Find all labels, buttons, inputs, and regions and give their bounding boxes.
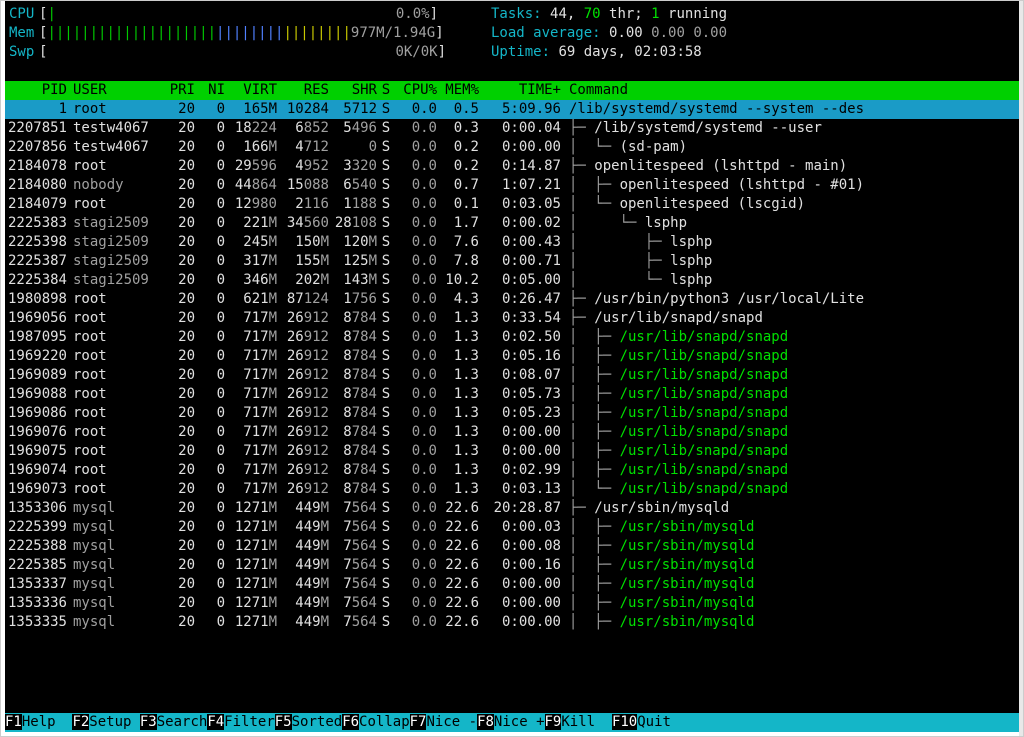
fn-label[interactable]: Search <box>157 714 208 730</box>
tasks-line: Tasks: 44, 70 thr; 1 running <box>491 5 727 24</box>
fn-key: F8 <box>477 714 494 730</box>
cpu-pct: 0.0% <box>396 6 430 22</box>
process-row[interactable]: 1969088root200717M269128784S0.01.30:05.7… <box>5 385 1019 404</box>
process-row[interactable]: 2225387stagi2509200317M155M125MS0.07.80:… <box>5 252 1019 271</box>
mem-meter: Mem[||||||||||||||||||||||||||||||||||||… <box>9 24 479 43</box>
process-row[interactable]: 1353335mysql2001271M449M7564S0.022.60:00… <box>5 613 1019 632</box>
meters-panel: CPU[|0.0%] Mem[|||||||||||||||||||||||||… <box>9 5 479 62</box>
fn-label[interactable]: Filter <box>224 714 275 730</box>
process-row[interactable]: 2225398stagi2509200245M150M120MS0.07.60:… <box>5 233 1019 252</box>
col-s: S <box>377 81 395 100</box>
fn-key: F3 <box>140 714 157 730</box>
process-row[interactable]: 1969075root200717M269128784S0.01.30:00.0… <box>5 442 1019 461</box>
col-res: RES <box>277 81 329 100</box>
fn-label[interactable]: Sorted <box>292 714 343 730</box>
fn-label[interactable]: Setup <box>89 714 140 730</box>
process-row[interactable]: 1980898root200621M871241756S0.04.30:26.4… <box>5 290 1019 309</box>
fn-label[interactable]: Help <box>22 714 73 730</box>
col-virt: VIRT <box>225 81 277 100</box>
fn-key: F4 <box>207 714 224 730</box>
process-row[interactable]: 1969089root200717M269128784S0.01.30:08.0… <box>5 366 1019 385</box>
fn-key: F10 <box>612 714 637 730</box>
function-key-bar: F1Help F2Setup F3SearchF4FilterF5SortedF… <box>5 713 1019 732</box>
process-row[interactable]: 2225399mysql2001271M449M7564S0.022.60:00… <box>5 518 1019 537</box>
window-scrollbar[interactable] <box>1019 1 1023 736</box>
process-row[interactable]: 1353337mysql2001271M449M7564S0.022.60:00… <box>5 575 1019 594</box>
process-row[interactable]: 2184078root2002959649523320S0.00.20:14.8… <box>5 157 1019 176</box>
process-row[interactable]: 1969074root200717M269128784S0.01.30:02.9… <box>5 461 1019 480</box>
swp-used: 0K/0K <box>395 44 437 60</box>
col-shr: SHR <box>329 81 377 100</box>
col-time: TIME+ <box>479 81 561 100</box>
fn-label[interactable]: Kill <box>561 714 612 730</box>
fn-label[interactable]: Nice + <box>494 714 545 730</box>
process-row[interactable]: 2184079root2001298021161188S0.00.10:03.0… <box>5 195 1019 214</box>
process-row[interactable]: 2207856testw4067200166M47120S0.00.20:00.… <box>5 138 1019 157</box>
col-cmd: Command <box>561 81 1019 100</box>
process-row[interactable]: 2225384stagi2509200346M202M143MS0.010.20… <box>5 271 1019 290</box>
fn-key: F9 <box>545 714 562 730</box>
mem-used: 977M/1.94G <box>351 25 435 41</box>
process-row[interactable]: 1969086root200717M269128784S0.01.30:05.2… <box>5 404 1019 423</box>
col-pid: PID <box>5 81 67 100</box>
col-user: USER <box>67 81 159 100</box>
cpu-bar: | <box>47 6 55 22</box>
process-row[interactable]: 2225385mysql2001271M449M7564S0.022.60:00… <box>5 556 1019 575</box>
sysinfo-panel: Tasks: 44, 70 thr; 1 running Load averag… <box>479 5 727 62</box>
process-row[interactable]: 1969073root200717M269128784S0.01.30:03.1… <box>5 480 1019 499</box>
process-row[interactable]: 1root200165M102845712S0.00.55:09.96/lib/… <box>5 100 1019 119</box>
process-row[interactable]: 1353336mysql2001271M449M7564S0.022.60:00… <box>5 594 1019 613</box>
process-row[interactable]: 1969076root200717M269128784S0.01.30:00.0… <box>5 423 1019 442</box>
process-row[interactable]: 1353306mysql2001271M449M7564S0.022.620:2… <box>5 499 1019 518</box>
cpu-meter: CPU[|0.0%] <box>9 5 479 24</box>
load-line: Load average: 0.00 0.00 0.00 <box>491 24 727 43</box>
fn-key: F2 <box>72 714 89 730</box>
process-row[interactable]: 2225388mysql2001271M449M7564S0.022.60:00… <box>5 537 1019 556</box>
process-table[interactable]: PID USER PRI NI VIRT RES SHR S CPU% MEM%… <box>5 81 1019 632</box>
terminal[interactable]: CPU[|0.0%] Mem[|||||||||||||||||||||||||… <box>5 1 1019 732</box>
fn-label[interactable]: Collap <box>359 714 410 730</box>
col-cpu: CPU% <box>395 81 437 100</box>
col-ni: NI <box>195 81 225 100</box>
fn-key: F1 <box>5 714 22 730</box>
swp-meter: Swp[0K/0K] <box>9 43 479 62</box>
fn-label[interactable]: Nice - <box>426 714 477 730</box>
fn-label[interactable]: Quit <box>637 714 671 730</box>
fn-key: F5 <box>275 714 292 730</box>
uptime-line: Uptime: 69 days, 02:03:58 <box>491 43 727 62</box>
process-row[interactable]: 1969056root200717M269128784S0.01.30:33.5… <box>5 309 1019 328</box>
process-row[interactable]: 2207851testw40672001822468525496S0.00.30… <box>5 119 1019 138</box>
fn-key: F6 <box>342 714 359 730</box>
process-row[interactable]: 2225383stagi2509200221M3456028108S0.01.7… <box>5 214 1019 233</box>
col-pri: PRI <box>159 81 195 100</box>
process-row[interactable]: 1969220root200717M269128784S0.01.30:05.1… <box>5 347 1019 366</box>
process-row[interactable]: 1987095root200717M269128784S0.01.30:02.5… <box>5 328 1019 347</box>
process-row[interactable]: 2184080nobody20044864150886540S0.00.71:0… <box>5 176 1019 195</box>
col-mem: MEM% <box>437 81 479 100</box>
column-header-row[interactable]: PID USER PRI NI VIRT RES SHR S CPU% MEM%… <box>5 81 1019 100</box>
fn-key: F7 <box>410 714 427 730</box>
